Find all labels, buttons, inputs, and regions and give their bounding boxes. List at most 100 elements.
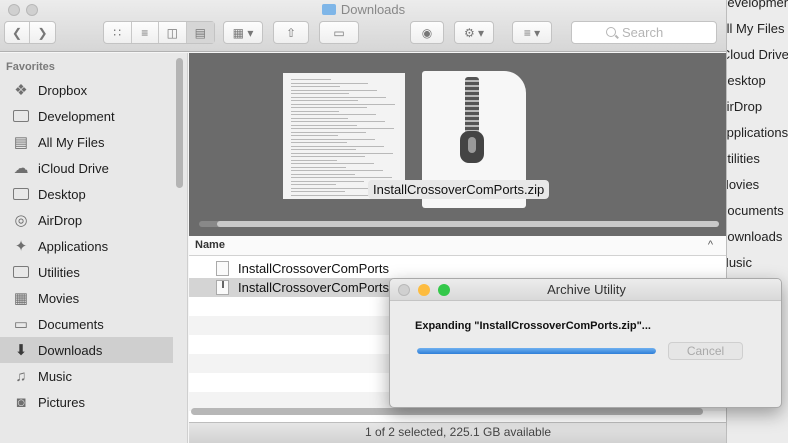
zip-file-icon — [216, 280, 229, 295]
text-line — [291, 166, 346, 168]
sidebar-item-downloads[interactable]: ⬇ Downloads — [0, 337, 173, 363]
sidebar-item-label: Utilities — [38, 264, 80, 280]
text-line — [291, 180, 364, 182]
all-files-icon: ▤ — [13, 133, 29, 151]
sidebar-item-desktop[interactable]: Desktop — [0, 181, 173, 207]
text-line — [291, 103, 395, 105]
sidebar-item-label: Applications — [38, 238, 109, 254]
text-line — [291, 135, 338, 136]
text-line — [291, 121, 385, 122]
sidebar-item-label: Music — [38, 368, 72, 384]
icon-view-button[interactable]: ∷ — [104, 22, 132, 43]
text-line — [291, 152, 393, 154]
sidebar-item-label: Development — [38, 108, 115, 124]
toolbar: Downloads ❮ ❯ ∷ ≡ ◫ ▤ ▦ ▾ ⇧ ▭ ◉ ⚙ ▾ ≡ ▾ … — [0, 0, 726, 52]
text-line — [291, 131, 366, 133]
downloads-icon: ⬇ — [14, 341, 28, 359]
background-sidebar-item: Applications — [718, 125, 788, 140]
sidebar-item-label: Documents — [38, 316, 104, 332]
column-view-button[interactable]: ◫ — [159, 22, 187, 43]
eye-icon: ◉ — [421, 25, 433, 40]
text-line — [291, 86, 340, 87]
text-line — [291, 170, 383, 171]
text-line — [291, 145, 384, 147]
archive-utility-window: Archive Utility Expanding "InstallCrosso… — [389, 278, 782, 408]
folder-icon — [12, 108, 30, 124]
text-line — [291, 142, 347, 143]
chevron-left-icon: ❮ — [11, 25, 23, 40]
text-line — [291, 184, 336, 185]
list-view-button[interactable]: ≡ — [132, 22, 159, 43]
share-icon: ⇧ — [285, 25, 297, 40]
text-line — [291, 93, 349, 94]
list-item[interactable]: InstallCrossoverComPorts — [189, 259, 726, 278]
forward-button[interactable]: ❯ — [30, 22, 55, 43]
sidebar-item-all-my-files[interactable]: ▤ All My Files — [0, 129, 173, 155]
background-sidebar-item: iCloud Drive — [718, 47, 788, 62]
path-button[interactable]: ≡ ▾ — [512, 21, 552, 44]
sidebar-item-label: Downloads — [38, 342, 103, 358]
background-sidebar-item: Development — [718, 0, 788, 10]
cover-flow-button[interactable]: ▤ — [186, 22, 214, 43]
window-title-text: Downloads — [340, 2, 406, 17]
favorites-header: Favorites — [6, 61, 55, 73]
movies-icon: ▦ — [13, 289, 29, 307]
list-icon: ≡ — [141, 25, 149, 40]
cancel-button[interactable]: Cancel — [668, 342, 743, 360]
folder-icon — [216, 261, 229, 276]
back-forward-buttons: ❮ ❯ — [4, 21, 56, 44]
sidebar-item-utilities[interactable]: Utilities — [0, 259, 173, 285]
name-column-header[interactable]: Name — [195, 239, 225, 251]
documents-icon: ▭ — [13, 315, 29, 333]
file-name: InstallCrossoverComPorts — [238, 261, 389, 276]
sidebar-item-applications[interactable]: ✦ Applications — [0, 233, 173, 259]
cover-flow-scroll-thumb[interactable] — [217, 221, 719, 227]
grid-icon: ∷ — [113, 25, 122, 40]
list-horizontal-scrollbar[interactable] — [191, 408, 703, 415]
progress-bar — [417, 348, 656, 354]
text-line — [291, 159, 337, 161]
sidebar-item-icloud-drive[interactable]: ☁ iCloud Drive — [0, 155, 173, 181]
background-sidebar-item: Downloads — [718, 229, 783, 244]
text-line — [291, 82, 368, 84]
sidebar-scrollbar[interactable] — [176, 58, 183, 188]
sidebar-item-movies[interactable]: ▦ Movies — [0, 285, 173, 311]
zip-pull-icon — [460, 131, 484, 163]
archive-title: Archive Utility — [547, 282, 626, 297]
quick-look-button[interactable]: ◉ — [410, 21, 444, 44]
text-line — [291, 114, 376, 115]
text-line — [291, 173, 355, 175]
sidebar-item-pictures[interactable]: ◙ Pictures — [0, 389, 173, 415]
search-placeholder: Search — [622, 25, 664, 40]
tags-button[interactable]: ▭ — [319, 21, 359, 44]
cloud-icon: ☁ — [13, 159, 29, 177]
sidebar-item-music[interactable]: ♫ Music — [0, 363, 173, 389]
sidebar: Favorites ❖ Dropbox Development ▤ All My Fil… — [0, 53, 188, 443]
preview-filename: InstallCrossoverComPorts.zip — [368, 180, 550, 199]
sidebar-item-dropbox[interactable]: ❖ Dropbox — [0, 77, 173, 103]
chevron-right-icon: ❯ — [37, 25, 48, 40]
sidebar-item-development[interactable]: Development — [0, 103, 173, 129]
sidebar-item-label: Dropbox — [38, 82, 88, 98]
sort-caret-icon: ^ — [707, 239, 713, 251]
text-line — [291, 117, 348, 119]
view-mode-selector: ∷ ≡ ◫ ▤ — [103, 21, 215, 44]
back-button[interactable]: ❮ — [5, 22, 31, 43]
text-line — [291, 110, 339, 112]
text-line — [291, 187, 373, 189]
sidebar-item-airdrop[interactable]: ◎ AirDrop — [0, 207, 173, 233]
list-header[interactable]: Name ^ — [189, 236, 726, 256]
sidebar-item-label: Desktop — [38, 186, 86, 202]
sidebar-item-label: iCloud Drive — [38, 160, 109, 176]
arrange-button[interactable]: ▦ ▾ — [223, 21, 263, 44]
path-icon: ≡ ▾ — [523, 25, 541, 40]
text-line — [291, 79, 331, 80]
folder-icon — [12, 264, 30, 280]
text-line — [291, 100, 358, 101]
share-button[interactable]: ⇧ — [273, 21, 309, 44]
sidebar-item-documents[interactable]: ▭ Documents — [0, 311, 173, 337]
search-input[interactable]: Search — [571, 21, 717, 44]
action-button[interactable]: ⚙ ▾ — [454, 21, 494, 44]
file-name: InstallCrossoverComPorts.zip — [238, 280, 410, 295]
cover-flow-icon: ▤ — [194, 25, 206, 40]
